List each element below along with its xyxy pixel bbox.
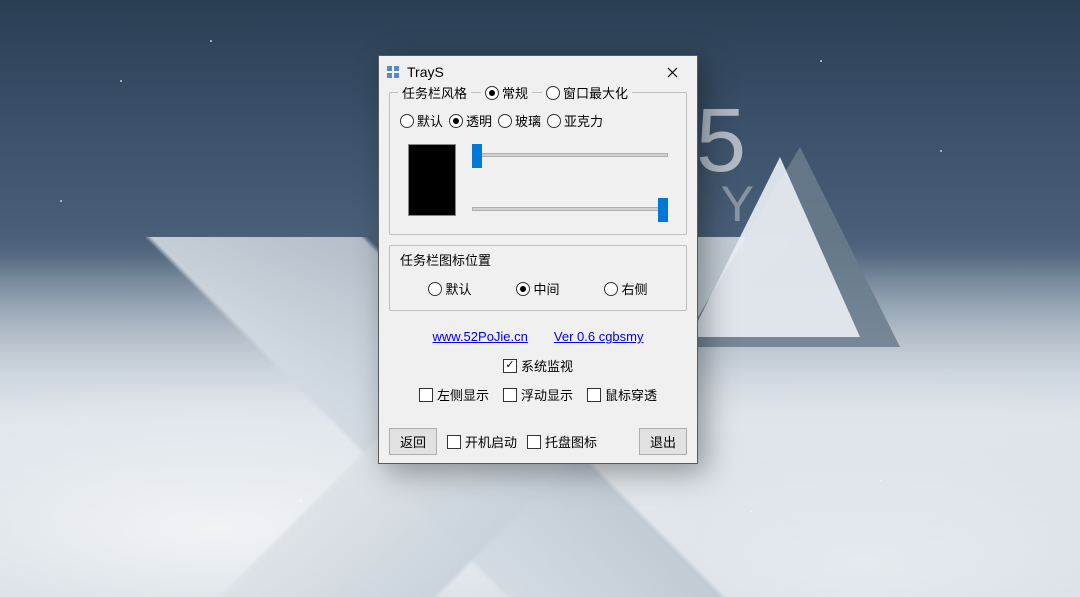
radio-style-acrylic[interactable]: 亚克力 (547, 111, 603, 130)
checkbox-icon (503, 388, 517, 402)
slider-track (472, 207, 668, 211)
checkbox-startup[interactable]: 开机启动 (447, 432, 517, 451)
checkbox-label: 系统监视 (521, 356, 573, 375)
slider-1[interactable] (472, 144, 668, 168)
icon-position-group: 任务栏图标位置 默认 中间 右侧 (389, 245, 687, 311)
radio-label: 玻璃 (515, 111, 541, 130)
checkbox-label: 托盘图标 (545, 432, 597, 451)
radio-label: 亚克力 (564, 111, 603, 130)
snow-dot (210, 40, 212, 42)
checkbox-icon (587, 388, 601, 402)
slider-track (472, 153, 668, 157)
radio-icon (546, 86, 560, 100)
snow-dot (940, 150, 942, 152)
system-monitor-row: 系统监视 (389, 356, 687, 375)
icon-position-title: 任务栏图标位置 (400, 250, 676, 269)
snow-dot (820, 60, 822, 62)
checkbox-tray-icon[interactable]: 托盘图标 (527, 432, 597, 451)
color-swatch[interactable] (408, 144, 456, 216)
radio-label: 窗口最大化 (563, 83, 628, 102)
snow-dot (300, 500, 302, 502)
radio-pos-right[interactable]: 右侧 (604, 279, 647, 298)
radio-style-glass[interactable]: 玻璃 (498, 111, 541, 130)
checkbox-label: 开机启动 (465, 432, 517, 451)
taskbar-style-group: 任务栏风格 常规 窗口最大化 默认 透明 (389, 92, 687, 235)
radio-label: 常规 (502, 83, 528, 102)
checkbox-icon (527, 435, 541, 449)
radio-style-default[interactable]: 默认 (400, 111, 443, 130)
radio-icon (604, 282, 618, 296)
app-icon (385, 64, 401, 80)
checkbox-label: 浮动显示 (521, 385, 573, 404)
monitor-options-row: 左侧显示 浮动显示 鼠标穿透 (389, 385, 687, 404)
radio-label: 透明 (466, 111, 492, 130)
checkbox-system-monitor[interactable]: 系统监视 (503, 356, 573, 375)
taskbar-style-title: 任务栏风格 (398, 83, 471, 102)
radio-pos-default[interactable]: 默认 (428, 279, 471, 298)
radio-label: 默认 (445, 279, 471, 298)
radio-label: 中间 (533, 279, 559, 298)
checkbox-mouse-through[interactable]: 鼠标穿透 (587, 385, 657, 404)
radio-icon (498, 114, 512, 128)
radio-pos-center[interactable]: 中间 (516, 279, 559, 298)
snow-dot (120, 80, 122, 82)
checkbox-label: 左侧显示 (437, 385, 489, 404)
radio-icon (400, 114, 414, 128)
snow-dot (880, 480, 882, 482)
radio-icon (516, 282, 530, 296)
slider-thumb[interactable] (472, 144, 482, 168)
radio-label: 默认 (417, 111, 443, 130)
radio-icon (428, 282, 442, 296)
radio-mode-normal[interactable]: 常规 (481, 83, 532, 102)
radio-icon (449, 114, 463, 128)
checkbox-icon (419, 388, 433, 402)
back-button[interactable]: 返回 (389, 428, 437, 455)
window-title: TrayS (407, 64, 444, 80)
radio-mode-maximized[interactable]: 窗口最大化 (542, 83, 632, 102)
checkbox-left-display[interactable]: 左侧显示 (419, 385, 489, 404)
checkbox-float-display[interactable]: 浮动显示 (503, 385, 573, 404)
radio-style-transparent[interactable]: 透明 (449, 111, 492, 130)
checkbox-icon (447, 435, 461, 449)
checkbox-label: 鼠标穿透 (605, 385, 657, 404)
app-window: TrayS 任务栏风格 常规 窗口最大化 默 (378, 55, 698, 464)
exit-button[interactable]: 退出 (639, 428, 687, 455)
close-button[interactable] (655, 59, 689, 85)
radio-icon (485, 86, 499, 100)
checkbox-icon (503, 359, 517, 373)
radio-label: 右侧 (621, 279, 647, 298)
radio-icon (547, 114, 561, 128)
wallpaper-day-text: Y (721, 175, 760, 233)
website-link[interactable]: www.52PoJie.cn (433, 329, 528, 344)
slider-thumb[interactable] (658, 198, 668, 222)
footer-bar: 返回 开机启动 托盘图标 退出 (379, 422, 697, 463)
slider-2[interactable] (472, 198, 668, 222)
version-link[interactable]: Ver 0.6 cgbsmy (554, 329, 644, 344)
links-row: www.52PoJie.cn Ver 0.6 cgbsmy (389, 329, 687, 344)
snow-dot (750, 510, 752, 512)
snow-dot (60, 200, 62, 202)
